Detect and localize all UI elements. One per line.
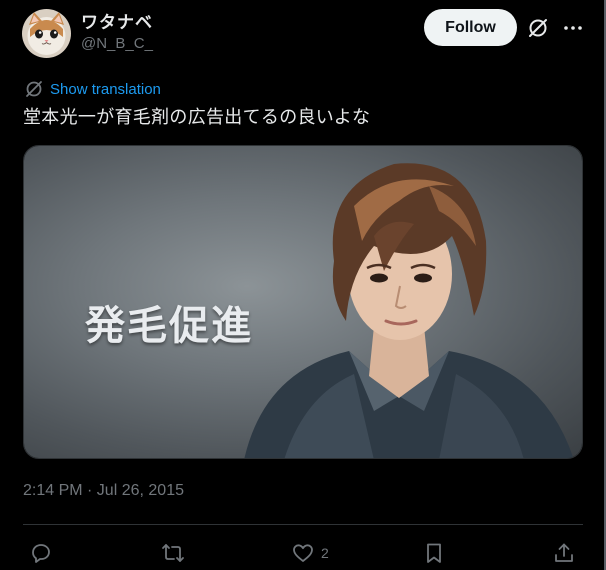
grok-icon[interactable] (526, 16, 550, 40)
share-button[interactable] (552, 540, 582, 566)
like-count: 2 (321, 545, 329, 561)
follow-button[interactable]: Follow (424, 9, 517, 46)
tweet-media-image[interactable]: 発毛促進 (23, 145, 583, 459)
translate-icon (26, 81, 42, 97)
reply-button[interactable] (29, 540, 59, 566)
repost-button[interactable] (161, 540, 191, 566)
reply-icon (32, 544, 50, 563)
heart-icon (293, 544, 313, 562)
bookmark-button[interactable] (422, 540, 452, 566)
person-illustration (244, 163, 574, 458)
show-translation-link[interactable]: Show translation (24, 78, 161, 100)
share-icon (555, 543, 573, 562)
bookmark-icon (427, 543, 441, 563)
display-name[interactable]: ワタナベ (81, 8, 153, 33)
tweet-text: 堂本光一が育毛剤の広告出てるの良いよな (23, 107, 371, 128)
user-handle[interactable]: @N_B_C_ (81, 35, 153, 52)
tweet-timestamp[interactable]: 2:14 PM · Jul 26, 2015 (23, 482, 184, 500)
show-translation-label: Show translation (50, 80, 161, 98)
like-button[interactable]: 2 (291, 540, 329, 566)
avatar[interactable] (22, 9, 71, 58)
cat-avatar-image (22, 9, 71, 58)
tweet-page: ワタナベ @N_B_C_ Follow Show translation 堂本光… (0, 0, 604, 570)
repost-icon (162, 544, 184, 562)
media-caption-text: 発毛促進 (85, 303, 253, 349)
divider (23, 524, 583, 525)
more-horizontal-icon[interactable] (561, 16, 585, 40)
